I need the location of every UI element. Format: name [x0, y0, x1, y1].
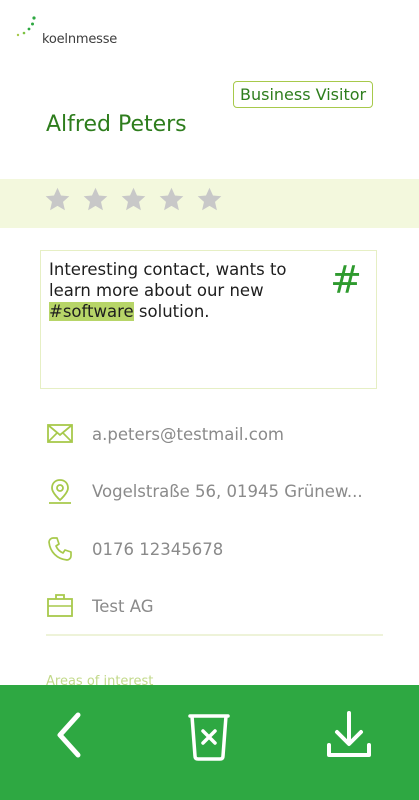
download-button[interactable] [319, 705, 379, 765]
phone-icon [48, 537, 72, 561]
bottom-action-bar [0, 685, 419, 800]
email-value[interactable]: a.peters@testmail.com [92, 425, 284, 444]
hashtag-highlight[interactable]: #software [49, 302, 134, 321]
star-rating[interactable] [44, 186, 223, 213]
note-text-part: Interesting contact, wants to learn more… [49, 260, 287, 300]
koelnmesse-logo: koelnmesse [14, 16, 134, 50]
logo-text: koelnmesse [42, 32, 118, 47]
star-icon[interactable] [82, 186, 109, 213]
star-icon[interactable] [44, 186, 71, 213]
download-icon [327, 711, 371, 757]
trash-icon [188, 714, 230, 761]
note-text-part: solution. [133, 302, 210, 321]
company-value[interactable]: Test AG [92, 597, 154, 616]
location-pin-icon [49, 479, 71, 504]
back-button[interactable] [40, 705, 100, 765]
note-text[interactable]: Interesting contact, wants to learn more… [49, 259, 329, 322]
phone-row[interactable]: 0176 12345678 [46, 535, 386, 565]
company-row[interactable]: Test AG [46, 592, 386, 622]
star-icon[interactable] [158, 186, 185, 213]
briefcase-icon [47, 594, 73, 617]
chevron-left-icon [57, 712, 81, 758]
note-box[interactable]: Interesting contact, wants to learn more… [40, 250, 377, 389]
address-value[interactable]: Vogelstraße 56, 01945 Grünew... [92, 482, 363, 501]
hashtag-icon[interactable]: # [330, 261, 362, 299]
star-icon[interactable] [120, 186, 147, 213]
email-row[interactable]: a.peters@testmail.com [46, 420, 386, 450]
visitor-type-badge: Business Visitor [233, 81, 374, 108]
phone-value[interactable]: 0176 12345678 [92, 540, 223, 559]
contact-name: Alfred Peters [46, 112, 187, 137]
address-row[interactable]: Vogelstraße 56, 01945 Grünew... [46, 477, 386, 507]
envelope-icon [47, 424, 73, 443]
delete-button[interactable] [179, 705, 239, 765]
contact-detail-screen: koelnmesse Business Visitor Alfred Peter… [0, 0, 419, 800]
star-icon[interactable] [196, 186, 223, 213]
section-divider [46, 634, 383, 636]
